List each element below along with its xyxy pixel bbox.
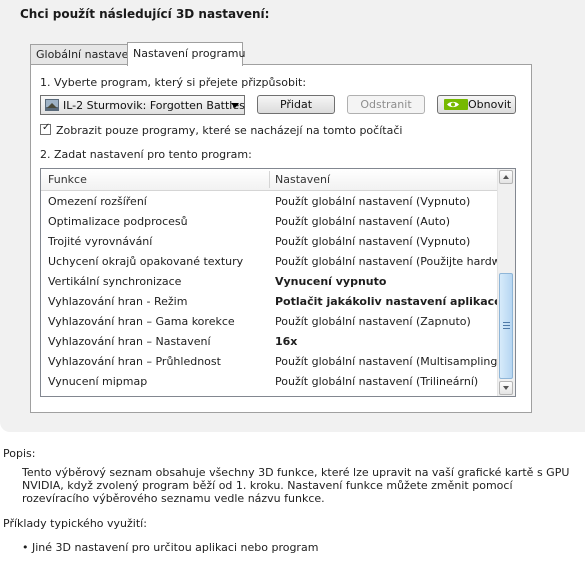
tab-program-settings[interactable]: Nastavení programu bbox=[127, 42, 245, 66]
vertical-scrollbar[interactable] bbox=[497, 169, 515, 396]
step-1-label: 1. Vyberte program, který si přejete při… bbox=[40, 76, 307, 89]
examples-title: Příklady typického využití: bbox=[3, 517, 147, 530]
feature-cell: Vyhlazování hran – Gama korekce bbox=[48, 315, 235, 328]
table-row[interactable]: Vertikální synchronizace Vynucení vypnut… bbox=[41, 272, 498, 292]
setting-cell[interactable]: Potlačit jakákoliv nastavení aplikace bbox=[275, 295, 502, 308]
scroll-up-button[interactable] bbox=[499, 170, 513, 184]
setting-cell[interactable]: Použít globální nastavení (Auto) bbox=[275, 215, 450, 228]
show-local-programs-checkbox[interactable]: ✓ bbox=[40, 122, 51, 135]
setting-cell[interactable]: Použít globální nastavení (Trilineární) bbox=[275, 375, 478, 388]
step-2-label: 2. Zadat nastavení pro tento program: bbox=[40, 148, 252, 161]
table-row[interactable]: Vyhlazování hran - Režim Potlačit jakáko… bbox=[41, 292, 502, 312]
table-row[interactable]: Optimalizace podprocesů Použít globální … bbox=[41, 212, 498, 232]
description-text: Tento výběrový seznam obsahuje všechny 3… bbox=[22, 466, 570, 505]
setting-cell[interactable]: Použít globální nastavení (Vypnuto) bbox=[275, 195, 470, 208]
settings-list: Funkce Nastavení Omezení rozšíření Použí… bbox=[40, 168, 516, 397]
column-header-setting[interactable]: Nastavení bbox=[275, 173, 330, 186]
chevron-up-icon bbox=[503, 175, 509, 179]
bullet-icon: • bbox=[22, 541, 32, 554]
chevron-down-icon bbox=[503, 386, 509, 390]
page-heading: Chci použít následující 3D nastavení: bbox=[20, 7, 270, 21]
scroll-down-button[interactable] bbox=[499, 381, 513, 395]
feature-cell: Vyhlazování hran – Průhlednost bbox=[48, 355, 221, 368]
setting-cell[interactable]: Použít globální nastavení (Vypnuto) bbox=[275, 235, 470, 248]
feature-cell: Optimalizace podprocesů bbox=[48, 215, 188, 228]
grip-line bbox=[503, 325, 510, 326]
refresh-button[interactable]: Obnovit bbox=[437, 95, 516, 114]
table-row[interactable]: Uchycení okrajů opakované textury Použít… bbox=[41, 252, 515, 272]
setting-cell[interactable]: Použít globální nastavení (Multisampling… bbox=[275, 355, 502, 368]
nvidia-logo-icon bbox=[444, 99, 468, 110]
column-header-feature[interactable]: Funkce bbox=[48, 173, 87, 186]
program-select[interactable]: IL-2 Sturmovik: Forgotten Battles bbox=[40, 95, 245, 115]
feature-cell: Vertikální synchronizace bbox=[48, 275, 182, 288]
remove-button[interactable]: Odstranit bbox=[347, 95, 425, 114]
feature-cell: Omezení rozšíření bbox=[48, 195, 147, 208]
refresh-button-label: Obnovit bbox=[468, 98, 512, 111]
show-local-programs-label: Zobrazit pouze programy, které se nacház… bbox=[56, 124, 403, 137]
feature-cell: Vyhlazování hran – Nastavení bbox=[48, 335, 211, 348]
feature-cell: Vyhlazování hran - Režim bbox=[48, 295, 188, 308]
scroll-thumb[interactable] bbox=[499, 273, 513, 379]
table-row[interactable]: Vyhlazování hran – Průhlednost Použít gl… bbox=[41, 352, 502, 372]
column-divider[interactable] bbox=[269, 171, 270, 188]
setting-cell[interactable]: Vynucení vypnuto bbox=[275, 275, 386, 288]
add-button[interactable]: Přidat bbox=[257, 95, 335, 114]
setting-cell[interactable]: 16x bbox=[275, 335, 297, 348]
program-icon bbox=[45, 99, 59, 111]
settings-panel: Chci použít následující 3D nastavení: Gl… bbox=[0, 0, 585, 432]
table-row[interactable]: Vynucení mipmap Použít globální nastaven… bbox=[41, 372, 498, 392]
example-text: Jiné 3D nastavení pro určitou aplikaci n… bbox=[32, 541, 319, 554]
grip-line bbox=[503, 328, 510, 329]
feature-cell: Uchycení okrajů opakované textury bbox=[48, 255, 244, 268]
table-row[interactable]: Vyhlazování hran – Nastavení 16x bbox=[41, 332, 498, 352]
feature-cell: Trojité vyrovnávání bbox=[48, 235, 153, 248]
list-header: Funkce Nastavení bbox=[41, 169, 498, 191]
description-title: Popis: bbox=[3, 447, 36, 460]
examples-list-item: • Jiné 3D nastavení pro určitou aplikaci… bbox=[22, 541, 318, 554]
setting-cell[interactable]: Použít globální nastavení (Zapnuto) bbox=[275, 315, 471, 328]
chevron-down-icon bbox=[231, 103, 239, 108]
grip-line bbox=[503, 322, 510, 323]
checkmark-icon: ✓ bbox=[42, 122, 51, 133]
setting-cell[interactable]: Použít globální nastavení (Použijte hard… bbox=[275, 255, 515, 268]
tab-global-settings[interactable]: Globální nastavení bbox=[30, 44, 138, 65]
table-row[interactable]: Trojité vyrovnávání Použít globální nast… bbox=[41, 232, 498, 252]
program-select-value: IL-2 Sturmovik: Forgotten Battles bbox=[63, 99, 245, 112]
feature-cell: Vynucení mipmap bbox=[48, 375, 148, 388]
table-row[interactable]: Omezení rozšíření Použít globální nastav… bbox=[41, 192, 498, 212]
table-row[interactable]: Vyhlazování hran – Gama korekce Použít g… bbox=[41, 312, 498, 332]
